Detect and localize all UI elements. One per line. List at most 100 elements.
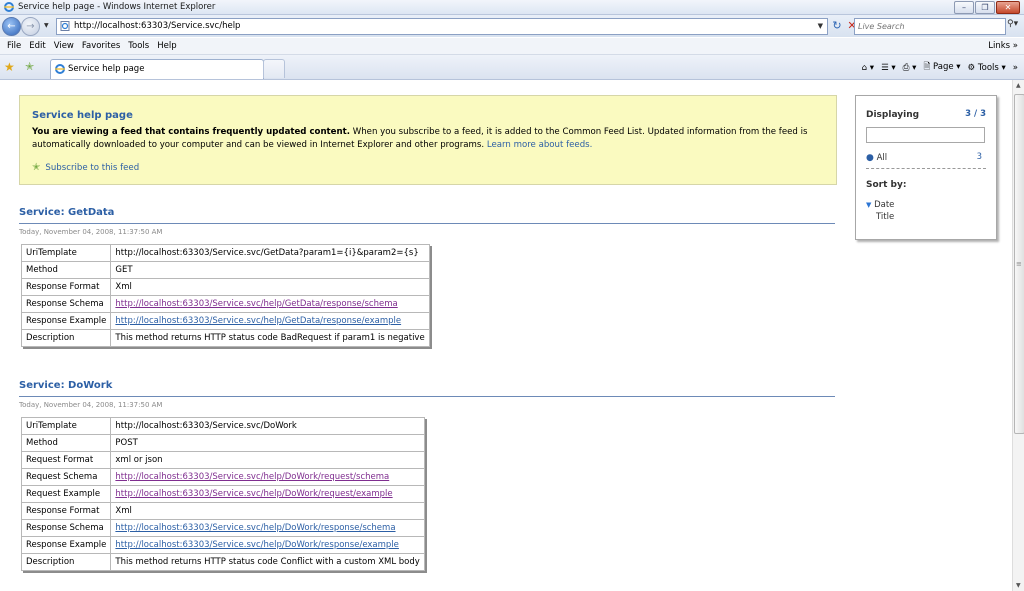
service-table: UriTemplate http://localhost:63303/Servic… [20,417,425,571]
table-row: Request Schema http://localhost:63303/Ser… [20,468,425,486]
service-title: Service: DoWork [19,380,113,391]
sort-desc-icon: ▼ [866,201,872,209]
sort-date-label: Date [874,200,895,210]
address-toolbar: ← → ▼ http://localhost:63303/Service.svc… [0,15,1024,37]
home-icon[interactable]: ⌂ ▾ [862,63,874,73]
menu-bar: File Edit View Favorites Tools Help Link… [0,38,1024,55]
row-key: Request Schema [20,468,112,486]
address-dropdown-icon[interactable]: ▼ [818,22,823,30]
menu-favorites[interactable]: Favorites [78,41,124,51]
table-row: Description This method returns HTTP stat… [20,553,425,571]
title-bar: Service help page - Windows Internet Exp… [0,0,1024,15]
row-value: http://localhost:63303/Service.svc/GetDa… [110,244,430,262]
tools-menu-button[interactable]: ⚙ Tools ▾ [968,63,1006,73]
ie-logo-icon [4,2,14,12]
request-example-link[interactable]: http://localhost:63303/Service.svc/help/… [115,489,392,499]
table-row: UriTemplate http://localhost:63303/Servic… [20,244,430,262]
row-value: http://localhost:63303/Service.svc/help/… [110,485,425,503]
minimize-button[interactable]: – [954,1,974,14]
print-icon[interactable]: ⎙ ▾ [903,63,917,73]
chevron-more-icon[interactable]: » [1013,63,1018,73]
forward-arrow-icon: → [26,21,35,32]
new-tab-button[interactable] [263,59,285,78]
tools-menu-label: Tools [977,63,999,73]
feed-title: Service help page [32,110,133,121]
service-divider [19,223,835,224]
page-menu-button[interactable]: 🗎 Page ▾ [923,61,960,75]
page-content: Service help page You are viewing a feed… [0,80,1012,591]
menu-tools[interactable]: Tools [124,41,153,51]
sort-by-date[interactable]: ▼ Date [866,200,894,210]
table-row: Response Schema http://localhost:63303/Se… [20,295,430,313]
row-value: http://localhost:63303/Service.svc/DoWor… [110,417,425,435]
filter-all-label: All [876,153,888,163]
refresh-icon: ↻ [832,19,842,32]
add-feed-icon: ✭ [32,162,41,173]
links-toolbar[interactable]: Links » [988,41,1018,51]
request-schema-link[interactable]: http://localhost:63303/Service.svc/help/… [115,472,389,482]
maximize-button[interactable]: ❐ [975,1,995,14]
filter-search-input[interactable] [866,127,985,143]
back-button[interactable]: ← [2,17,21,36]
back-arrow-icon: ← [7,21,16,32]
row-key: UriTemplate [20,417,112,435]
table-row: Request Format xml or json [20,451,425,469]
row-value: http://localhost:63303/Service.svc/help/… [110,468,425,486]
forward-button[interactable]: → [21,17,40,36]
row-key: Description [20,553,112,571]
row-key: Description [20,329,112,347]
response-example-link[interactable]: http://localhost:63303/Service.svc/help/… [115,540,399,550]
response-example-link[interactable]: http://localhost:63303/Service.svc/help/… [115,316,401,326]
service-table: UriTemplate http://localhost:63303/Servic… [20,244,430,347]
feed-description: You are viewing a feed that contains fre… [32,126,827,152]
displaying-label: Displaying [866,110,920,120]
scroll-down-icon[interactable]: ▼ [1016,582,1021,589]
row-value: Xml [110,278,430,296]
search-icon[interactable]: ⚲▾ [1007,19,1018,29]
tab-label: Service help page [68,64,145,74]
feed-description-bold: You are viewing a feed that contains fre… [32,127,350,137]
recent-pages-dropdown[interactable]: ▼ [44,22,49,29]
vertical-scrollbar[interactable]: ▲ ≡ ▼ [1012,80,1024,591]
row-key: Request Example [20,485,112,503]
menu-help[interactable]: Help [153,41,180,51]
row-key: Response Format [20,502,112,520]
address-field[interactable]: http://localhost:63303/Service.svc/help … [56,18,828,35]
feeds-icon[interactable]: ☰ ▾ [881,63,896,73]
address-url: http://localhost:63303/Service.svc/help [74,21,241,31]
sort-by-label: Sort by: [866,180,907,190]
table-row: Method POST [20,434,425,452]
close-button[interactable]: ✕ [996,1,1020,14]
table-row: Response Example http://localhost:63303/S… [20,536,425,554]
service-title: Service: GetData [19,207,115,218]
window-title: Service help page - Windows Internet Exp… [18,2,216,12]
table-row: Response Format Xml [20,278,430,296]
favorites-center-icon[interactable]: ★ [4,60,15,74]
refresh-button[interactable]: ↻ [830,19,844,33]
response-schema-link[interactable]: http://localhost:63303/Service.svc/help/… [115,523,395,533]
divider [866,168,986,169]
subscribe-link[interactable]: ✭ Subscribe to this feed [32,162,139,173]
subscribe-label: Subscribe to this feed [45,162,140,173]
sort-by-title[interactable]: Title [876,212,894,222]
displaying-count: 3 / 3 [965,109,986,119]
search-box[interactable] [854,18,1006,35]
menu-file[interactable]: File [3,41,25,51]
response-schema-link[interactable]: http://localhost:63303/Service.svc/help/… [115,299,397,309]
scroll-up-icon[interactable]: ▲ [1016,82,1021,89]
page-menu-label: Page [933,62,954,72]
row-key: Method [20,434,112,452]
add-favorite-icon[interactable]: ✭ [25,60,34,73]
scroll-grip-icon: ≡ [1016,260,1022,268]
table-row: Response Example http://localhost:63303/S… [20,312,430,330]
tab-service-help[interactable]: Service help page [50,59,264,79]
menu-edit[interactable]: Edit [25,41,49,51]
table-row: Method GET [20,261,430,279]
filter-all[interactable]: ● All [866,153,887,163]
learn-more-link[interactable]: Learn more about feeds. [487,140,593,150]
row-key: Response Example [20,536,112,554]
search-input[interactable] [858,20,988,33]
row-value: GET [110,261,430,279]
row-key: Response Format [20,278,112,296]
menu-view[interactable]: View [50,41,78,51]
